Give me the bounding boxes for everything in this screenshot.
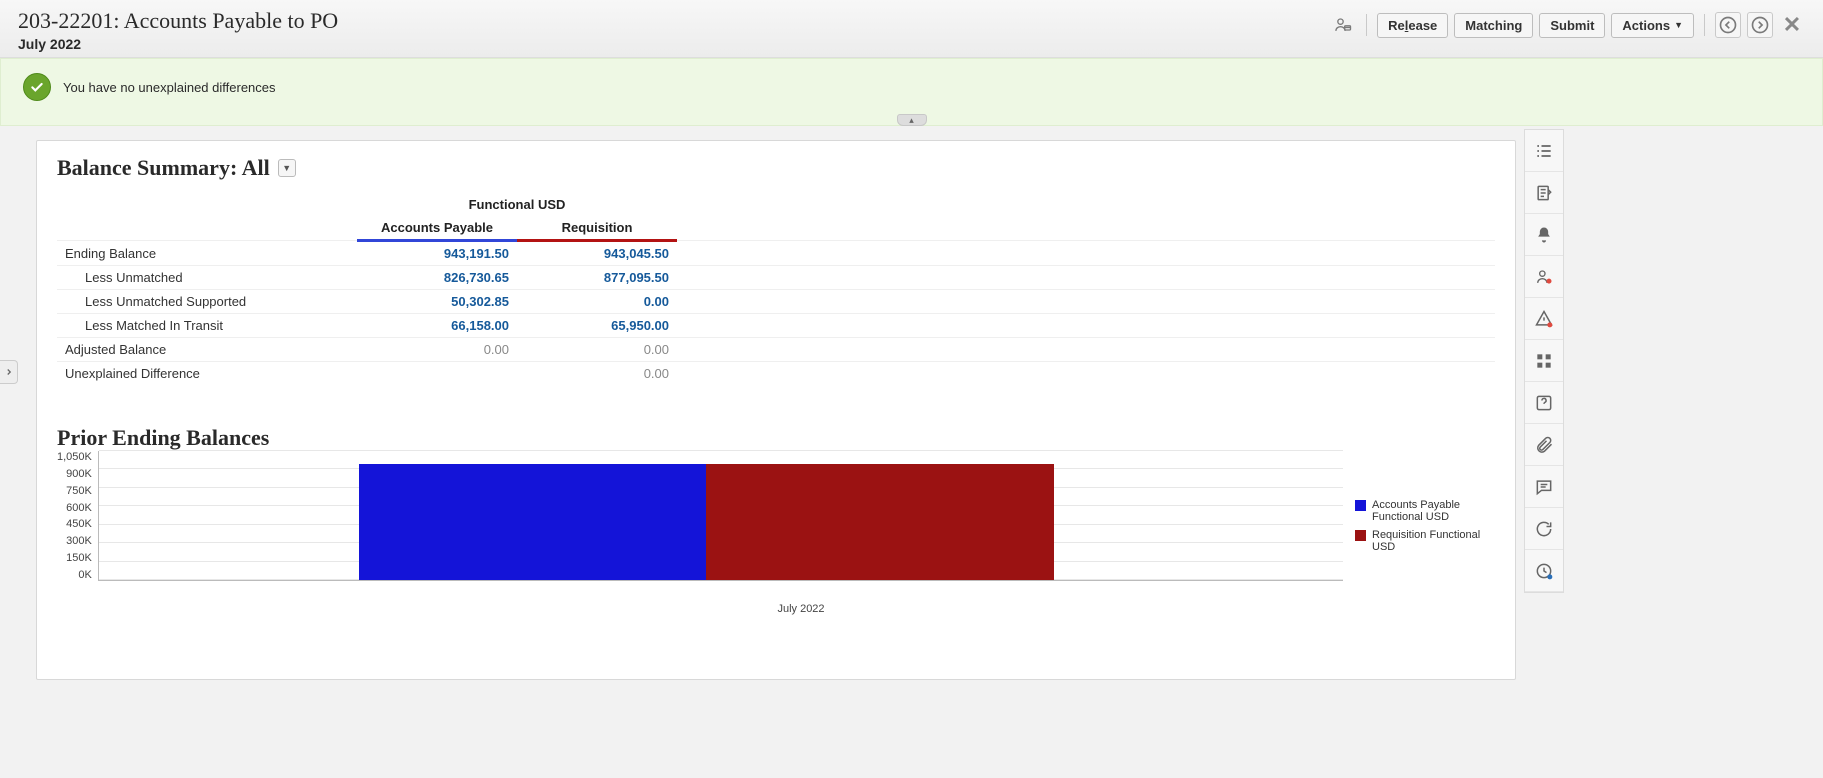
table-row: Ending Balance943,191.50943,045.50	[57, 241, 1495, 266]
y-tick: 750K	[66, 485, 92, 497]
chart-plot-area	[98, 451, 1343, 581]
balance-summary-table: Functional USD Accounts Payable Requisit…	[57, 187, 1495, 385]
chart-bar[interactable]	[706, 464, 1053, 580]
rail-bell-icon[interactable]	[1525, 214, 1563, 256]
page-title: 203-22201: Accounts Payable to PO	[18, 8, 338, 34]
prev-nav-button[interactable]	[1715, 12, 1741, 38]
legend-swatch	[1355, 500, 1366, 511]
table-row: Adjusted Balance0.000.00	[57, 338, 1495, 362]
rail-list-icon[interactable]	[1525, 130, 1563, 172]
legend-label: Requisition Functional USD	[1372, 529, 1495, 553]
header-toolbar: Release Matching Submit Actions ▼ ✕	[1330, 8, 1805, 38]
page-period: July 2022	[18, 36, 338, 52]
y-tick: 600K	[66, 502, 92, 514]
success-check-icon	[23, 73, 51, 101]
left-drawer-toggle[interactable]	[0, 360, 18, 384]
banner-message: You have no unexplained differences	[63, 80, 276, 95]
y-tick: 0K	[78, 569, 91, 581]
col-requisition: Requisition	[517, 216, 677, 241]
separator	[1704, 14, 1705, 36]
rail-apps-icon[interactable]	[1525, 340, 1563, 382]
chart-legend: Accounts Payable Functional USD Requisiti…	[1355, 451, 1495, 601]
legend-label: Accounts Payable Functional USD	[1372, 499, 1495, 523]
y-tick: 300K	[66, 535, 92, 547]
cell-requisition[interactable]: 943,045.50	[517, 241, 677, 266]
table-row: Less Matched In Transit66,158.0065,950.0…	[57, 314, 1495, 338]
cell-accounts-payable[interactable]: 943,191.50	[357, 241, 517, 266]
row-label: Less Unmatched Supported	[57, 290, 357, 314]
prior-balances-chart: 1,050K 900K 750K 600K 450K 300K 150K 0K Account…	[57, 451, 1495, 601]
caret-down-icon: ▼	[1674, 20, 1683, 30]
rail-alert-icon[interactable]	[1525, 298, 1563, 340]
cell-accounts-payable[interactable]: 66,158.00	[357, 314, 517, 338]
balance-summary-heading: Balance Summary: All ▼	[57, 155, 1495, 181]
close-icon[interactable]: ✕	[1779, 12, 1805, 38]
rail-comment-icon[interactable]	[1525, 466, 1563, 508]
scope-dropdown-toggle[interactable]: ▼	[278, 159, 296, 177]
legend-item: Accounts Payable Functional USD	[1355, 499, 1495, 523]
table-row: Less Unmatched826,730.65877,095.50	[57, 266, 1495, 290]
chart-bar[interactable]	[359, 464, 706, 580]
page-header: 203-22201: Accounts Payable to PO July 2…	[0, 0, 1823, 58]
rail-refresh-icon[interactable]	[1525, 508, 1563, 550]
y-tick: 900K	[66, 468, 92, 480]
col-accounts-payable: Accounts Payable	[357, 216, 517, 241]
y-tick: 1,050K	[57, 451, 92, 463]
cell-requisition[interactable]: 65,950.00	[517, 314, 677, 338]
row-label: Ending Balance	[57, 241, 357, 266]
submit-button[interactable]: Submit	[1539, 13, 1605, 38]
user-assign-icon[interactable]	[1330, 12, 1356, 38]
y-tick: 150K	[66, 552, 92, 564]
currency-group-header: Functional USD	[357, 187, 677, 216]
separator	[1366, 14, 1367, 36]
cell-requisition: 0.00	[517, 338, 677, 362]
row-label: Adjusted Balance	[57, 338, 357, 362]
cell-accounts-payable[interactable]: 50,302.85	[357, 290, 517, 314]
row-label: Unexplained Difference	[57, 362, 357, 386]
rail-document-icon[interactable]	[1525, 172, 1563, 214]
main-panel: Balance Summary: All ▼ Functional USD Ac…	[36, 140, 1516, 680]
table-row: Less Unmatched Supported50,302.850.00	[57, 290, 1495, 314]
right-rail	[1524, 129, 1564, 593]
rail-clock-icon[interactable]	[1525, 550, 1563, 592]
cell-requisition: 0.00	[517, 362, 677, 386]
legend-swatch	[1355, 530, 1366, 541]
rail-attachment-icon[interactable]	[1525, 424, 1563, 466]
actions-dropdown[interactable]: Actions ▼	[1611, 13, 1694, 38]
chart-title: Prior Ending Balances	[57, 425, 1495, 451]
chart-y-axis: 1,050K 900K 750K 600K 450K 300K 150K 0K	[57, 451, 98, 581]
legend-item: Requisition Functional USD	[1355, 529, 1495, 553]
cell-accounts-payable[interactable]: 826,730.65	[357, 266, 517, 290]
row-label: Less Matched In Transit	[57, 314, 357, 338]
status-banner: You have no unexplained differences ▴	[0, 58, 1823, 126]
release-label: Release	[1388, 18, 1437, 33]
row-label: Less Unmatched	[57, 266, 357, 290]
header-title-block: 203-22201: Accounts Payable to PO July 2…	[18, 8, 338, 52]
cell-accounts-payable: 0.00	[357, 338, 517, 362]
chart-x-label: July 2022	[107, 603, 1495, 615]
matching-button[interactable]: Matching	[1454, 13, 1533, 38]
release-button[interactable]: Release	[1377, 13, 1448, 38]
cell-requisition[interactable]: 0.00	[517, 290, 677, 314]
rail-help-icon[interactable]	[1525, 382, 1563, 424]
cell-requisition[interactable]: 877,095.50	[517, 266, 677, 290]
collapse-handle-icon[interactable]: ▴	[897, 114, 927, 126]
cell-accounts-payable	[357, 362, 517, 386]
y-tick: 450K	[66, 518, 92, 530]
actions-label: Actions	[1622, 18, 1670, 33]
table-row: Unexplained Difference 0.00	[57, 362, 1495, 386]
next-nav-button[interactable]	[1747, 12, 1773, 38]
rail-user-status-icon[interactable]	[1525, 256, 1563, 298]
